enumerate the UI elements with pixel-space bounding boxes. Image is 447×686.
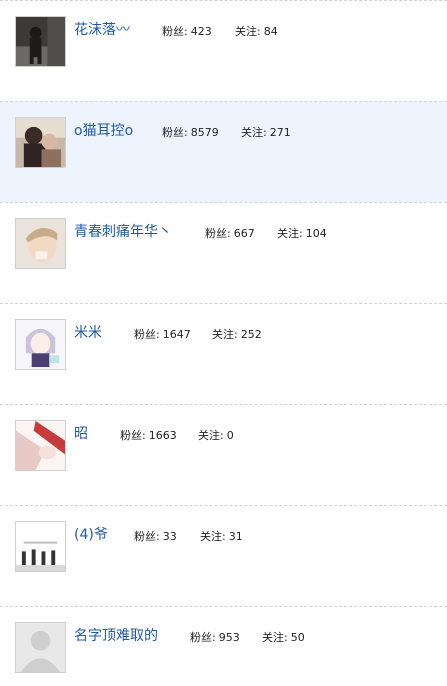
avatar-anime-girl-icon	[16, 320, 65, 369]
user-avatar[interactable]	[15, 218, 66, 269]
user-row: 名字顶难取的 粉丝: 953 关注: 50	[0, 606, 447, 686]
avatar-photo-face-icon	[16, 219, 65, 268]
user-row: 昭 粉丝: 1663 关注: 0	[0, 404, 447, 505]
fans-value: 953	[218, 631, 240, 644]
follow-label: 关注:	[235, 25, 261, 38]
follow-value: 0	[226, 429, 234, 442]
follow-count: 关注: 31	[200, 528, 243, 544]
fans-count: 粉丝: 953	[190, 629, 240, 645]
user-list: 花沫落〰 粉丝: 423 关注: 84 o猫耳控o 粉丝: 8579 关注: 271	[0, 0, 447, 686]
fans-label: 粉丝:	[190, 631, 216, 644]
follow-count: 关注: 104	[277, 225, 327, 241]
fans-label: 粉丝:	[134, 530, 160, 543]
default-avatar-icon	[16, 623, 65, 672]
follow-label: 关注:	[277, 227, 303, 240]
follow-value: 84	[263, 25, 278, 38]
user-name-link[interactable]: (4)爷	[74, 524, 108, 544]
follow-label: 关注:	[198, 429, 224, 442]
user-avatar[interactable]	[15, 622, 66, 673]
user-row: 花沫落〰 粉丝: 423 关注: 84	[0, 0, 447, 101]
fans-value: 1647	[162, 328, 191, 341]
fans-count: 粉丝: 1647	[134, 326, 191, 342]
fans-value: 33	[162, 530, 177, 543]
user-name-link[interactable]: 名字顶难取的	[74, 625, 158, 645]
user-avatar[interactable]	[15, 117, 66, 168]
fans-value: 8579	[190, 126, 219, 139]
user-avatar[interactable]	[15, 521, 66, 572]
fans-label: 粉丝:	[162, 126, 188, 139]
user-name-link[interactable]: 青春刺痛年华丶	[74, 221, 172, 241]
fans-value: 1663	[148, 429, 177, 442]
user-row: o猫耳控o 粉丝: 8579 关注: 271	[0, 101, 447, 202]
fans-count: 粉丝: 33	[134, 528, 177, 544]
avatar-silhouettes-icon	[16, 522, 65, 571]
fans-count: 粉丝: 8579	[162, 124, 219, 140]
follow-label: 关注:	[200, 530, 226, 543]
user-name-link[interactable]: 昭	[74, 423, 88, 443]
follow-value: 50	[290, 631, 305, 644]
fans-value: 423	[190, 25, 212, 38]
avatar-photo-couple-icon	[16, 118, 65, 167]
user-name-link[interactable]: 花沫落〰	[74, 19, 130, 39]
follow-value: 31	[228, 530, 243, 543]
user-avatar[interactable]	[15, 16, 66, 67]
follow-label: 关注:	[212, 328, 238, 341]
follow-value: 271	[269, 126, 291, 139]
follow-count: 关注: 50	[262, 629, 305, 645]
user-avatar[interactable]	[15, 420, 66, 471]
follow-count: 关注: 271	[241, 124, 291, 140]
fans-label: 粉丝:	[205, 227, 231, 240]
avatar-photo-dark-figure-icon	[16, 17, 65, 66]
follow-count: 关注: 84	[235, 23, 278, 39]
fans-count: 粉丝: 1663	[120, 427, 177, 443]
follow-value: 252	[240, 328, 262, 341]
follow-label: 关注:	[241, 126, 267, 139]
user-row: 青春刺痛年华丶 粉丝: 667 关注: 104	[0, 202, 447, 303]
follow-label: 关注:	[262, 631, 288, 644]
fans-count: 粉丝: 423	[162, 23, 212, 39]
user-avatar[interactable]	[15, 319, 66, 370]
follow-count: 关注: 252	[212, 326, 262, 342]
fans-count: 粉丝: 667	[205, 225, 255, 241]
user-name-link[interactable]: o猫耳控o	[74, 120, 133, 140]
fans-value: 667	[233, 227, 255, 240]
user-name-link[interactable]: 米米	[74, 322, 102, 342]
follow-count: 关注: 0	[198, 427, 234, 443]
fans-label: 粉丝:	[120, 429, 146, 442]
user-row: (4)爷 粉丝: 33 关注: 31	[0, 505, 447, 606]
fans-label: 粉丝:	[162, 25, 188, 38]
fans-label: 粉丝:	[134, 328, 160, 341]
user-row: 米米 粉丝: 1647 关注: 252	[0, 303, 447, 404]
follow-value: 104	[305, 227, 327, 240]
avatar-anime-figure-icon	[16, 421, 65, 470]
